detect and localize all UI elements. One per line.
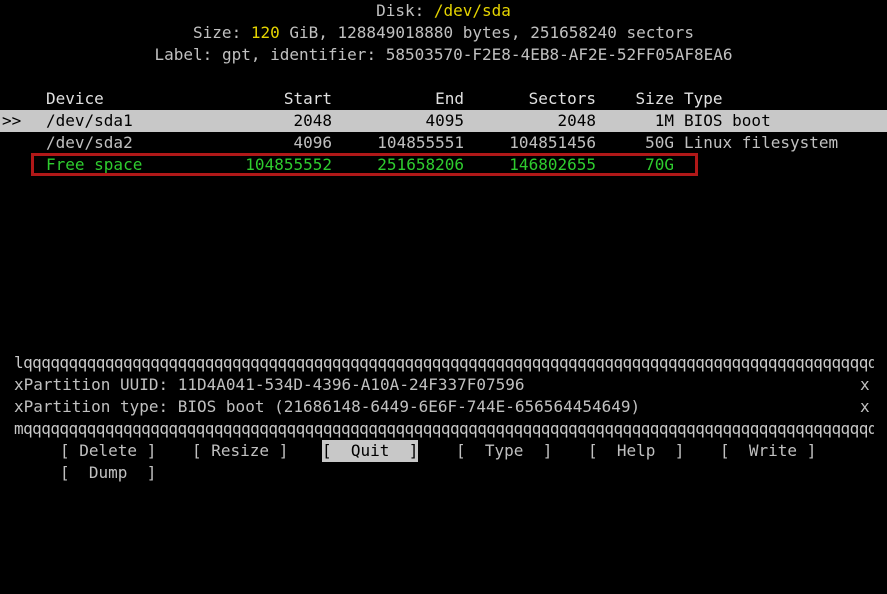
delete-button[interactable]: [ Delete ]	[60, 440, 156, 462]
col-device: Device	[46, 89, 104, 108]
col-sectors: Sectors	[528, 89, 596, 108]
cell-end: 4095	[425, 111, 464, 130]
partition-type-text: xPartition type: BIOS boot (21686148-644…	[14, 397, 641, 416]
selection-marker: >>	[2, 111, 22, 130]
disk-title-prefix: Disk:	[376, 1, 434, 20]
info-right-edge: x	[860, 397, 870, 416]
col-end: End	[435, 89, 464, 108]
menu-bar-row2: [ Dump ]	[0, 462, 887, 484]
cell-device: /dev/sda2	[46, 133, 133, 152]
partition-row-sda2[interactable]: /dev/sda2 4096 104855551 104851456 50G L…	[0, 132, 887, 154]
col-start: Start	[283, 89, 332, 108]
col-size: Size	[635, 89, 674, 108]
cell-end: 104855551	[377, 133, 464, 152]
disk-label-line: Label: gpt, identifier: 58503570-F2E8-4E…	[154, 45, 733, 64]
size-rest: GiB, 128849018880 bytes, 251658240 secto…	[279, 23, 694, 42]
partition-uuid-line: xPartition UUID: 11D4A041-534D-4396-A10A…	[0, 374, 887, 396]
size-value: 120	[250, 23, 280, 42]
resize-button[interactable]: [ Resize ]	[192, 440, 288, 462]
size-prefix: Size:	[193, 23, 251, 42]
cell-sectors: 2048	[557, 111, 596, 130]
disk-title: Disk: /dev/sda	[0, 0, 887, 22]
cell-type: BIOS boot	[684, 111, 771, 130]
cell-start: 2048	[293, 111, 332, 130]
col-type: Type	[684, 89, 723, 108]
cell-start: 4096	[293, 133, 332, 152]
partition-type-line: xPartition type: BIOS boot (21686148-644…	[0, 396, 887, 418]
write-button[interactable]: [ Write ]	[720, 440, 816, 462]
disk-device: /dev/sda	[433, 1, 511, 20]
cell-device: /dev/sda1	[46, 111, 133, 130]
dump-button[interactable]: [ Dump ]	[60, 462, 156, 484]
quit-button[interactable]: [ Quit ]	[322, 440, 419, 462]
cell-sectors: 104851456	[509, 133, 596, 152]
disk-size-line: Size: 120 GiB, 128849018880 bytes, 25165…	[0, 22, 887, 44]
free-space-highlight-box	[31, 153, 698, 176]
type-button[interactable]: [ Type ]	[456, 440, 552, 462]
partition-row-sda1[interactable]: >> /dev/sda1 2048 4095 2048 1M BIOS boot	[0, 110, 887, 132]
partition-uuid-text: xPartition UUID: 11D4A041-534D-4396-A10A…	[14, 375, 525, 394]
menu-bar: [ Delete ] [ Resize ] [ Quit ] [ Type ] …	[0, 440, 887, 462]
cell-type: Linux filesystem	[684, 133, 839, 152]
help-button[interactable]: [ Help ]	[588, 440, 684, 462]
table-header: Device Start End Sectors Size Type	[0, 88, 887, 110]
cell-size: 50G	[645, 133, 674, 152]
info-top-border: lqqqqqqqqqqqqqqqqqqqqqqqqqqqqqqqqqqqqqqq…	[14, 353, 874, 372]
info-bottom-border: mqqqqqqqqqqqqqqqqqqqqqqqqqqqqqqqqqqqqqqq…	[14, 419, 874, 438]
cell-size: 1M	[654, 111, 674, 130]
info-right-edge: x	[860, 375, 870, 394]
